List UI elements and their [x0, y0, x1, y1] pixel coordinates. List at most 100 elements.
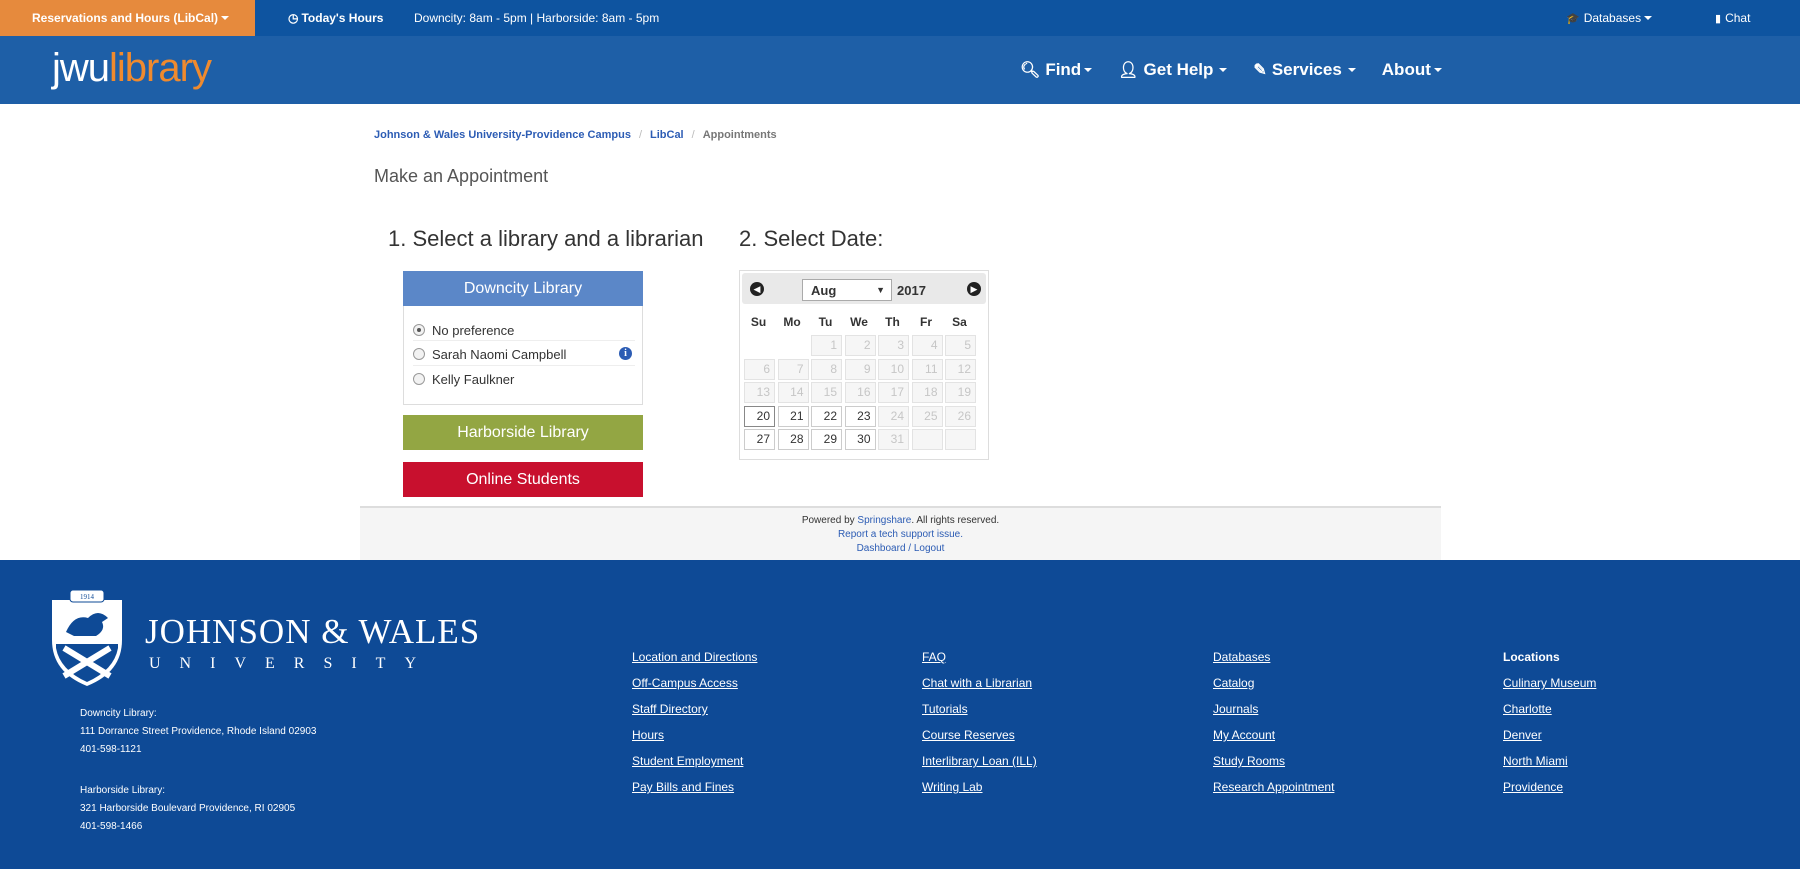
footer-link[interactable]: Catalog: [1213, 676, 1334, 702]
option-label: No preference: [432, 322, 515, 338]
harborside-street: 321 Harborside Boulevard Providence, RI …: [80, 803, 296, 814]
footer-link[interactable]: Location and Directions: [632, 650, 757, 676]
footer-link[interactable]: North Miami: [1503, 754, 1596, 780]
chat-link[interactable]: ▮ Chat: [1715, 0, 1750, 36]
calendar-empty-cell: [945, 429, 976, 450]
calendar-day: 9: [844, 358, 876, 380]
radio-button[interactable]: [413, 373, 425, 385]
calendar-day[interactable]: 21: [777, 405, 809, 427]
divider: [413, 340, 635, 341]
footer-link[interactable]: Databases: [1213, 650, 1334, 676]
jwu-university-wordmark: UNIVERSITY: [149, 655, 435, 672]
calendar-day: 1: [811, 335, 842, 356]
nav-find-label: Find: [1045, 60, 1082, 79]
radio-button[interactable]: [413, 324, 425, 336]
calendar-day[interactable]: 27: [744, 429, 775, 450]
calendar-day[interactable]: 29: [811, 429, 842, 450]
footer-link[interactable]: Writing Lab: [922, 780, 1037, 806]
footer-link[interactable]: Pay Bills and Fines: [632, 780, 757, 806]
pencil-icon: ✎: [1253, 62, 1267, 79]
report-issue-link[interactable]: Report a tech support issue.: [360, 528, 1441, 542]
harborside-library-button[interactable]: Harborside Library: [403, 415, 643, 450]
caret-down-icon: [1644, 16, 1653, 20]
breadcrumb-separator: /: [691, 129, 695, 141]
footer-link[interactable]: FAQ: [922, 650, 1037, 676]
footer-link[interactable]: Providence: [1503, 780, 1596, 806]
online-students-button[interactable]: Online Students: [403, 462, 643, 497]
footer-link[interactable]: Interlibrary Loan (ILL): [922, 754, 1037, 780]
footer-link[interactable]: Culinary Museum: [1503, 676, 1596, 702]
radio-button[interactable]: [413, 348, 425, 360]
footer-link[interactable]: Hours: [632, 728, 757, 754]
weekday-label: Su: [750, 315, 767, 329]
previous-month-icon[interactable]: ◀: [750, 282, 764, 296]
calendar-day: 8: [811, 358, 842, 380]
footer-link[interactable]: Chat with a Librarian: [922, 676, 1037, 702]
option-label: Kelly Faulkner: [432, 371, 515, 387]
todays-hours-link[interactable]: ◷ Today's Hours: [288, 0, 383, 36]
month-select[interactable]: Aug ▼: [802, 279, 892, 301]
footer-column-locations: Locations Culinary Museum Charlotte Denv…: [1503, 650, 1596, 806]
footer-link[interactable]: Tutorials: [922, 702, 1037, 728]
footer-link[interactable]: Charlotte: [1503, 702, 1596, 728]
calendar-day: 5: [945, 335, 976, 356]
databases-dropdown[interactable]: 🎓 Databases: [1566, 0, 1653, 36]
footer-link[interactable]: Course Reserves: [922, 728, 1037, 754]
breadcrumb-libcal[interactable]: LibCal: [650, 129, 684, 141]
calendar-day[interactable]: 28: [777, 429, 809, 450]
reservations-dropdown[interactable]: Reservations and Hours (LibCal): [0, 0, 255, 36]
databases-label: Databases: [1583, 11, 1642, 25]
nav-get-help[interactable]: 👤︎ Get Help: [1118, 60, 1228, 80]
chevron-down-icon: ▼: [876, 285, 885, 295]
nav-services[interactable]: ✎ Services: [1253, 60, 1356, 80]
calendar-day: 25: [911, 405, 943, 427]
breadcrumb-campus[interactable]: Johnson & Wales University-Providence Ca…: [374, 129, 631, 141]
harborside-address: Harborside Library: 321 Harborside Boule…: [80, 782, 295, 836]
footer-link[interactable]: Student Employment: [632, 754, 757, 780]
footer-link[interactable]: Denver: [1503, 728, 1596, 754]
caret-down-icon: [221, 16, 230, 20]
calendar-day: 11: [911, 358, 943, 380]
rights-text: . All rights reserved.: [911, 515, 1000, 526]
nav-about[interactable]: About: [1382, 60, 1442, 80]
breadcrumb: Johnson & Wales University-Providence Ca…: [374, 129, 777, 141]
calendar-day[interactable]: 30: [844, 429, 876, 450]
calendar-day[interactable]: 22: [811, 405, 842, 427]
footer-link[interactable]: Journals: [1213, 702, 1334, 728]
footer-link[interactable]: Study Rooms: [1213, 754, 1334, 780]
dashboard-logout-link[interactable]: Dashboard / Logout: [360, 542, 1441, 556]
calendar-day: 18: [911, 382, 943, 403]
next-month-icon[interactable]: ▶: [967, 282, 981, 296]
footer-link[interactable]: Staff Directory: [632, 702, 757, 728]
calendar-empty-cell: [911, 429, 943, 450]
footer-column-1: Location and Directions Off-Campus Acces…: [632, 650, 757, 806]
downcity-librarian-list: No preference Sarah Naomi Campbell i Kel…: [403, 306, 643, 405]
nav-about-label: About: [1381, 60, 1431, 79]
powered-prefix: Powered by: [801, 515, 855, 526]
crest-year: 1914: [80, 593, 95, 601]
option-sarah-naomi-campbell[interactable]: Sarah Naomi Campbell: [413, 343, 566, 365]
breadcrumb-current: Appointments: [702, 129, 777, 141]
weekday-label: Th: [885, 315, 900, 329]
jwu-wordmark: JOHNSON & WALES: [145, 612, 481, 651]
nav-find[interactable]: 🔍︎ Find: [1020, 60, 1093, 80]
user-icon: 👤︎: [1118, 62, 1139, 79]
chat-label: Chat: [1725, 11, 1751, 25]
springshare-link[interactable]: Springshare: [857, 515, 911, 526]
calendar-day: 26: [945, 405, 976, 427]
step2-title: 2. Select Date:: [739, 226, 884, 251]
downcity-library-button[interactable]: Downcity Library: [403, 271, 643, 306]
calendar-day[interactable]: 20: [744, 405, 775, 427]
info-icon[interactable]: i: [619, 347, 632, 360]
footer-link[interactable]: Research Appointment: [1213, 780, 1334, 806]
main-nav: 🔍︎ Find 👤︎ Get Help ✎ Services About: [1020, 36, 1468, 104]
calendar-day[interactable]: 23: [844, 405, 876, 427]
calendar-day: 3: [878, 335, 909, 356]
footer-link[interactable]: My Account: [1213, 728, 1334, 754]
weekday-label: Fr: [920, 315, 932, 329]
option-no-preference[interactable]: No preference: [413, 319, 514, 341]
option-kelly-faulkner[interactable]: Kelly Faulkner: [413, 368, 514, 390]
jwu-library-logo[interactable]: jwulibrary: [52, 48, 212, 88]
footer-link[interactable]: Off-Campus Access: [632, 676, 757, 702]
calendar-day: 16: [844, 382, 876, 403]
